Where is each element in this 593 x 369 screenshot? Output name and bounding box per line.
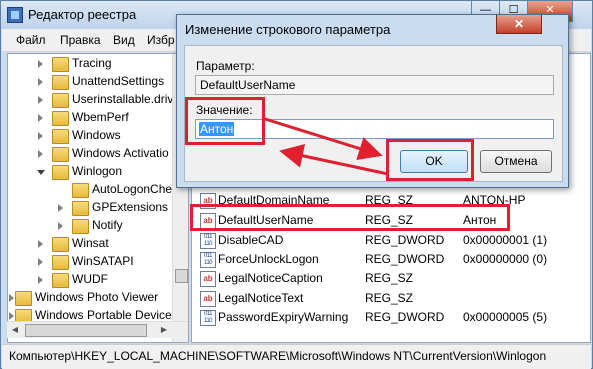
string-value-icon: ab (200, 291, 216, 307)
binary-value-icon: 011 110 (200, 310, 216, 326)
value-name: LegalNoticeCaption (218, 271, 323, 285)
tree-horizontal-scrollbar[interactable]: ◀ ▶ (7, 321, 188, 338)
value-type: REG_DWORD (365, 310, 445, 324)
tree-node-label: Windows Portable Devices (35, 308, 178, 322)
tree-node-label: Windows (72, 128, 121, 142)
tree-node-label: Windows Activatio (72, 146, 169, 160)
expand-arrow-icon[interactable] (58, 204, 63, 212)
folder-icon (72, 201, 89, 216)
folder-icon (52, 57, 69, 72)
expand-arrow-icon[interactable] (38, 150, 43, 158)
collapse-arrow-icon[interactable] (37, 170, 45, 175)
tree-node-label: Winsat (72, 236, 109, 250)
folder-icon (52, 147, 69, 162)
value-row[interactable]: 011 110 ForceUnlockLogon REG_DWORD 0x0000000… (192, 250, 590, 269)
expand-arrow-icon[interactable] (9, 312, 14, 320)
folder-icon (52, 93, 69, 108)
value-type: REG_SZ (365, 291, 414, 305)
folder-icon (52, 129, 69, 144)
menu-view[interactable]: Вид (113, 33, 135, 47)
menu-edit[interactable]: Правка (60, 33, 101, 47)
registry-tree[interactable]: Tracing UnattendSettings Userinstallable… (7, 53, 189, 343)
tree-horizontal-scroll-thumb[interactable] (25, 324, 147, 337)
folder-icon (72, 183, 89, 198)
binary-value-icon: 011 110 (200, 233, 216, 249)
expand-arrow-icon[interactable] (38, 276, 43, 284)
string-value-icon: ab (200, 271, 216, 287)
folder-icon (52, 255, 69, 270)
scroll-right-icon[interactable]: ▶ (157, 323, 171, 337)
menu-file[interactable]: Файл (16, 33, 46, 47)
menu-favorites[interactable]: Избр (147, 33, 175, 47)
expand-arrow-icon[interactable] (9, 294, 14, 302)
tree-node-label: GPExtensions (92, 200, 169, 214)
highlight-ok-button (386, 139, 474, 181)
folder-icon (52, 75, 69, 90)
highlight-value-field (185, 97, 265, 145)
folder-icon (15, 291, 32, 306)
tree-node-label: Tracing (72, 56, 112, 70)
value-row[interactable]: 011 110 DisableCAD REG_DWORD 0x00000001 (1) (192, 231, 590, 250)
value-type: REG_DWORD (365, 233, 445, 247)
tree-node-label: WbemPerf (72, 110, 129, 124)
value-name: PasswordExpiryWarning (218, 310, 349, 324)
value-name: DisableCAD (218, 233, 284, 247)
param-label: Параметр: (196, 59, 255, 73)
value-type: REG_SZ (365, 271, 414, 285)
param-name-field: DefaultUserName (195, 75, 554, 95)
scroll-left-icon[interactable]: ◀ (8, 323, 22, 337)
tree-node-label: WinSATAPI (72, 254, 134, 268)
tree-vertical-scroll-thumb[interactable] (175, 269, 188, 283)
folder-icon (52, 273, 69, 288)
value-row[interactable]: ab LegalNoticeText REG_SZ (192, 289, 590, 308)
status-bar: Компьютер\HKEY_LOCAL_MACHINE\SOFTWARE\Mi… (2, 344, 591, 369)
value-type: REG_DWORD (365, 252, 445, 266)
expand-arrow-icon[interactable] (58, 222, 63, 230)
value-data: 0x00000001 (1) (463, 233, 548, 247)
dialog-close-button[interactable]: ✕ (496, 15, 542, 34)
highlight-defaultusername-row (190, 204, 510, 231)
expand-arrow-icon[interactable] (38, 78, 43, 86)
cancel-button[interactable]: Отмена (480, 150, 552, 173)
window-title: Редактор реестра (28, 7, 137, 22)
registry-path: Компьютер\HKEY_LOCAL_MACHINE\SOFTWARE\Mi… (9, 349, 547, 363)
value-row[interactable]: ab LegalNoticeCaption REG_SZ (192, 269, 590, 288)
value-name: LegalNoticeText (218, 291, 304, 305)
folder-icon (52, 237, 69, 252)
binary-value-icon: 011 110 (200, 252, 216, 268)
param-name-value: DefaultUserName (200, 78, 296, 92)
tree-node-label: Windows Photo Viewer (35, 290, 159, 304)
tree-node-label: WUDF (72, 272, 108, 286)
dialog-title: Изменение строкового параметра (185, 22, 391, 37)
tree-node-label: AutoLogonChe (92, 182, 173, 196)
folder-icon (72, 219, 89, 234)
expand-arrow-icon[interactable] (38, 60, 43, 68)
folder-icon (52, 111, 69, 126)
tree-node-label: Notify (92, 218, 123, 232)
expand-arrow-icon[interactable] (38, 96, 43, 104)
expand-arrow-icon[interactable] (38, 132, 43, 140)
folder-open-icon (52, 165, 69, 180)
registry-editor-icon (7, 7, 23, 23)
expand-arrow-icon[interactable] (38, 240, 43, 248)
value-data: 0x00000000 (0) (463, 252, 548, 266)
tree-node-label: UnattendSettings (72, 74, 165, 88)
value-data: 0x00000005 (5) (463, 310, 548, 324)
expand-arrow-icon[interactable] (38, 258, 43, 266)
tree-node-label: Winlogon (72, 164, 123, 178)
value-name: ForceUnlockLogon (218, 252, 319, 266)
tree-node-label: Userinstallable.driv (72, 92, 174, 106)
value-row[interactable]: 011 110 PasswordExpiryWarning REG_DWORD 0x00… (192, 308, 590, 327)
expand-arrow-icon[interactable] (38, 114, 43, 122)
